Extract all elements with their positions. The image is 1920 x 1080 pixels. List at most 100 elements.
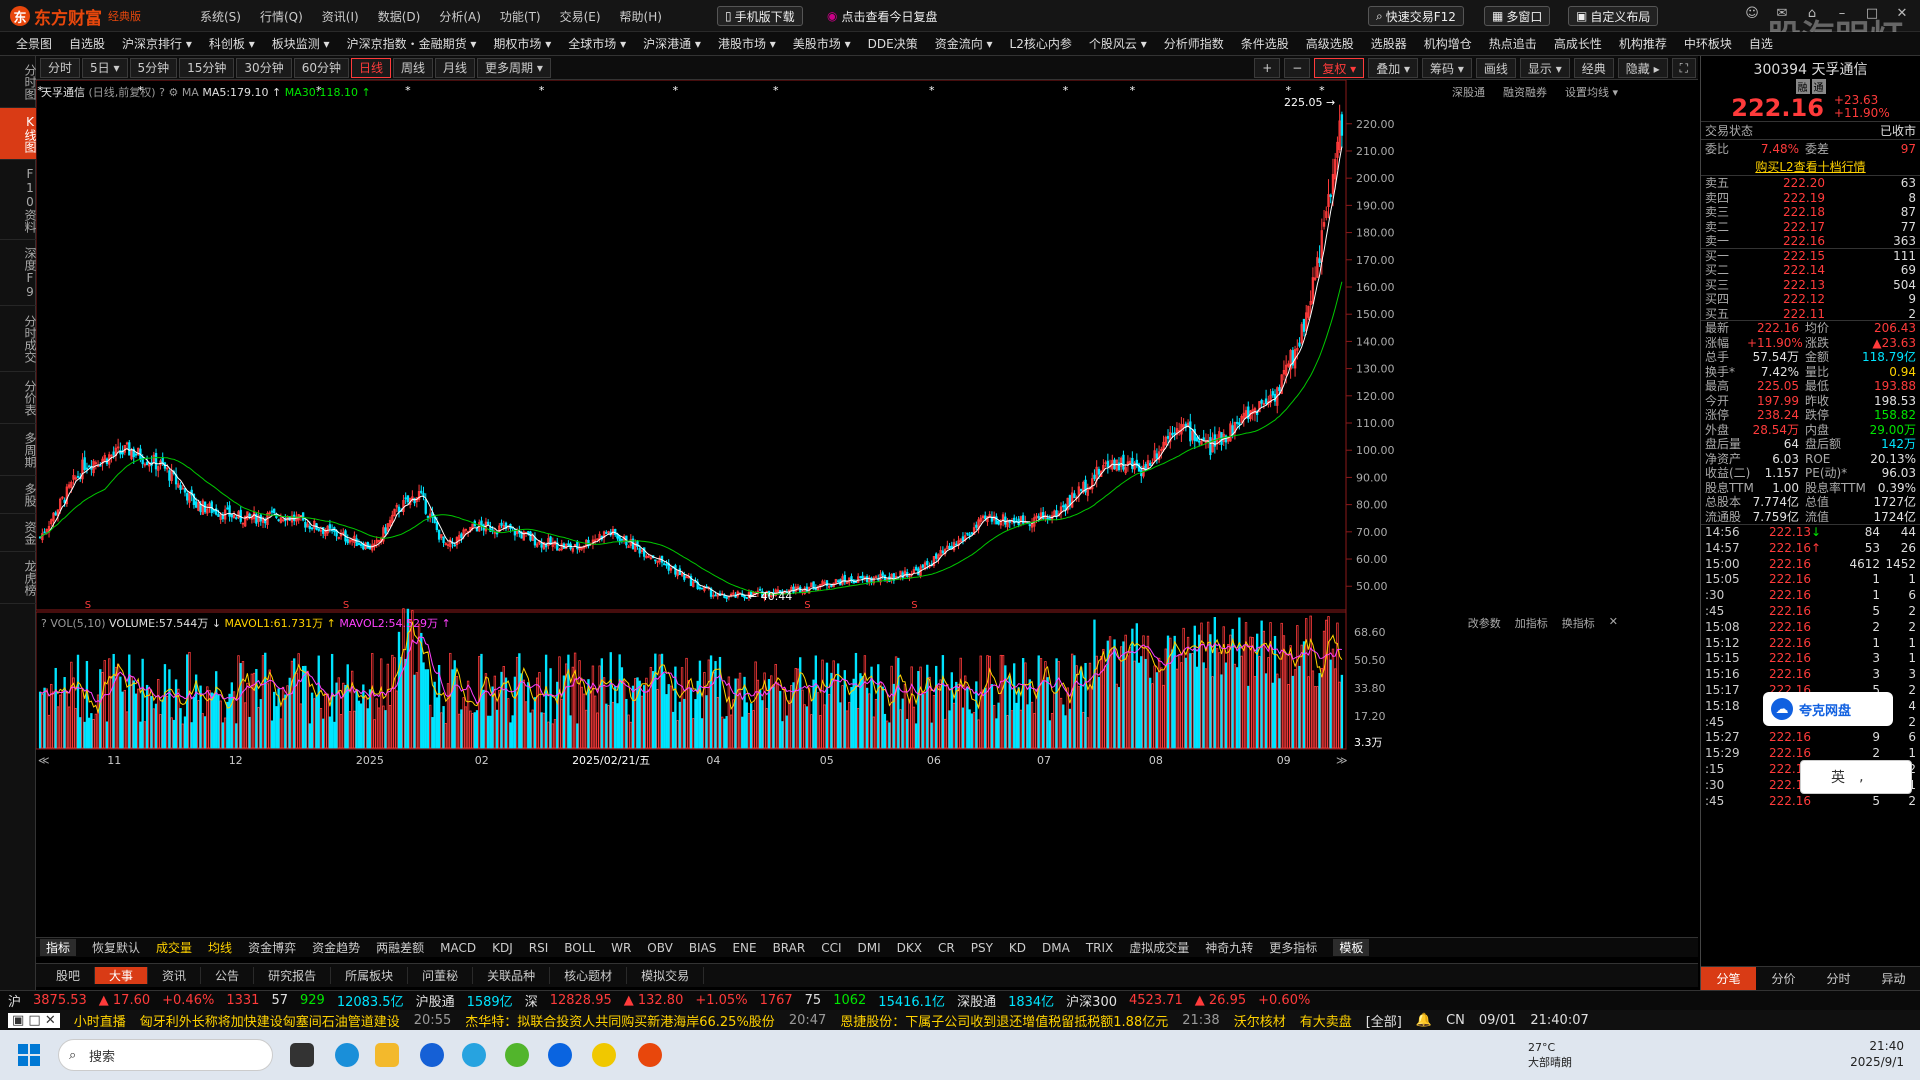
chart-link[interactable]: 融资融券 <box>1503 84 1547 100</box>
nav-item[interactable]: 港股市场 ▾ <box>718 35 776 52</box>
fullscreen-icon[interactable]: ⛶ <box>1671 58 1696 78</box>
period-tab[interactable]: 15分钟 <box>179 57 235 78</box>
chart-tool-button[interactable]: 画线 <box>1475 58 1516 78</box>
left-tab[interactable]: K线图 <box>0 108 37 160</box>
nav-item[interactable]: 机构推荐 <box>1619 35 1667 52</box>
left-tab[interactable]: 资金 <box>0 514 37 552</box>
user-icon[interactable]: ☺ <box>1744 6 1760 22</box>
indicator-tab[interactable]: 成交量 <box>156 939 192 956</box>
news-item[interactable]: 恩捷股份：下属子公司收到退还增值税留抵税额1.88亿元 <box>840 1011 1168 1030</box>
close-icon[interactable]: ✕ <box>1609 615 1618 631</box>
period-tab[interactable]: 30分钟 <box>236 57 292 78</box>
chart-tool-button[interactable]: 叠加 ▾ <box>1368 58 1419 78</box>
zoom-in-icon[interactable]: + <box>1254 58 1281 78</box>
news-tab[interactable]: 问董秘 <box>408 967 474 984</box>
kline-chart-area[interactable]: 50.00 60.00 70.00 80.00 90.00 100.00 110.00 120… <box>35 79 1698 930</box>
nav-item[interactable]: 科创板 ▾ <box>209 35 255 52</box>
tick-row[interactable]: 15:08 222.16 2 2 <box>1701 620 1920 636</box>
tick-row[interactable]: :45 222.16 5 2 <box>1701 604 1920 620</box>
period-tab[interactable]: 周线 <box>393 57 434 78</box>
chart-tool-button[interactable]: 经典 <box>1573 58 1614 78</box>
news-tab[interactable]: 股吧 <box>42 967 96 984</box>
news-tab[interactable]: 大事 <box>95 967 149 984</box>
zoom-out-icon[interactable]: − <box>1284 58 1311 78</box>
period-tab[interactable]: 分时 <box>40 57 81 78</box>
quote-tab[interactable]: 分价 <box>1756 967 1811 990</box>
nav-item[interactable]: 沪深京指数・金融期货 ▾ <box>347 35 477 52</box>
indicator-tab[interactable]: ENE <box>732 941 756 955</box>
left-tab[interactable]: 分时成交 <box>0 306 37 372</box>
indicator-tab[interactable]: 模板 <box>1333 939 1370 956</box>
vol-link[interactable]: 加指标 <box>1515 615 1548 631</box>
period-tab[interactable]: 5日 ▾ <box>82 57 128 78</box>
multi-window-button[interactable]: ▦ 多窗口 <box>1484 6 1551 26</box>
menu-item[interactable]: 资讯(I) <box>322 8 359 25</box>
period-tab[interactable]: 日线 <box>350 57 391 78</box>
indicator-tab[interactable]: 两融差额 <box>376 939 424 956</box>
indicator-tab[interactable]: 资金博弈 <box>248 939 296 956</box>
indicator-tab[interactable]: 均线 <box>208 939 232 956</box>
left-tab[interactable]: 分时图 <box>0 56 37 108</box>
yellow-app-icon[interactable] <box>592 1043 616 1067</box>
mobile-download-button[interactable]: ▯ 手机版下载 <box>717 6 803 26</box>
nav-item[interactable]: 热点追击 <box>1489 35 1537 52</box>
edge-icon[interactable] <box>335 1043 359 1067</box>
live-tag[interactable]: 小时直播 <box>74 1011 126 1030</box>
indicator-tab[interactable]: KD <box>1009 941 1026 955</box>
news-tab[interactable]: 研究报告 <box>254 967 332 984</box>
news-tab[interactable]: 所属板块 <box>331 967 409 984</box>
indicator-tab[interactable]: 资金趋势 <box>312 939 360 956</box>
folder-icon[interactable] <box>375 1043 399 1067</box>
nav-item[interactable]: 期权市场 ▾ <box>493 35 551 52</box>
menu-item[interactable]: 数据(D) <box>378 8 421 25</box>
menu-item[interactable]: 功能(T) <box>500 8 541 25</box>
daily-review-button[interactable]: ◉ 点击查看今日复盘 <box>820 6 945 26</box>
left-tab[interactable]: F10资料 <box>0 160 37 240</box>
indicator-tab[interactable]: BRAR <box>773 941 806 955</box>
tick-row[interactable]: 15:12 222.16 1 1 <box>1701 636 1920 652</box>
indicator-tab[interactable]: 神奇九转 <box>1205 939 1253 956</box>
green-app-icon[interactable] <box>505 1043 529 1067</box>
cloud-app-icon[interactable] <box>548 1043 572 1067</box>
news-item[interactable]: 匈牙利外长称将加快建设匈塞间石油管道建设 <box>140 1011 400 1030</box>
nav-item[interactable]: 个股风云 ▾ <box>1089 35 1147 52</box>
quote-tab[interactable]: 分时 <box>1811 967 1866 990</box>
indicator-tab[interactable]: OBV <box>647 941 673 955</box>
vol-link[interactable]: 改参数 <box>1468 615 1501 631</box>
news-item[interactable]: 杰华特：拟联合投资人共同购买新港海岸66.25%股份 <box>465 1011 775 1030</box>
nav-item[interactable]: DDE决策 <box>868 35 918 52</box>
nav-item[interactable]: 资金流向 ▾ <box>935 35 993 52</box>
nav-item[interactable]: 自选股 <box>69 35 105 52</box>
nav-item[interactable]: 中环板块 <box>1684 35 1732 52</box>
tick-row[interactable]: 15:15 222.16 3 1 <box>1701 651 1920 667</box>
period-tab[interactable]: 5分钟 <box>129 57 178 78</box>
period-tab[interactable]: 更多周期 ▾ <box>477 57 551 78</box>
left-tab[interactable]: 龙虎榜 <box>0 552 37 604</box>
quick-trade-button[interactable]: ⌕ 快速交易F12 <box>1368 6 1464 26</box>
indicator-tab[interactable]: DMA <box>1042 941 1070 955</box>
nav-item[interactable]: 沪深港通 ▾ <box>643 35 701 52</box>
indicator-tab[interactable]: TRIX <box>1086 941 1113 955</box>
news-tab[interactable]: 公告 <box>201 967 255 984</box>
chart-link[interactable]: 深股通 <box>1452 84 1485 100</box>
nav-item[interactable]: 机构增仓 <box>1424 35 1472 52</box>
tick-row[interactable]: 15:00 222.16 4612 1452 <box>1701 557 1920 573</box>
question-icon[interactable]: ? <box>159 86 165 99</box>
gear-icon[interactable]: ⚙ <box>168 86 178 99</box>
menu-item[interactable]: 系统(S) <box>200 8 241 25</box>
ime-widget[interactable]: 英 ‚ <box>1800 760 1912 794</box>
taskbar-clock[interactable]: 21:40 2025/9/1 <box>1850 1038 1904 1070</box>
tick-row[interactable]: :45 222.16 5 2 <box>1701 794 1920 810</box>
chart-tool-button[interactable]: 隐藏 ▸ <box>1617 58 1668 78</box>
news-tab[interactable]: 核心题材 <box>550 967 628 984</box>
weather-widget[interactable]: 27°C 大部晴朗 <box>1528 1040 1572 1070</box>
nav-item[interactable]: 分析师指数 <box>1164 35 1224 52</box>
left-tab[interactable]: 深度F9 <box>0 240 37 306</box>
taskview-icon[interactable] <box>290 1043 314 1067</box>
chart-tool-button[interactable]: 显示 ▾ <box>1519 58 1570 78</box>
chart-link[interactable]: 设置均线 ▾ <box>1565 84 1618 100</box>
indicator-tab[interactable]: DMI <box>858 941 881 955</box>
menu-item[interactable]: 帮助(H) <box>620 8 662 25</box>
left-tab[interactable]: 多股 <box>0 476 37 514</box>
quote-tab[interactable]: 分笔 <box>1701 967 1756 990</box>
